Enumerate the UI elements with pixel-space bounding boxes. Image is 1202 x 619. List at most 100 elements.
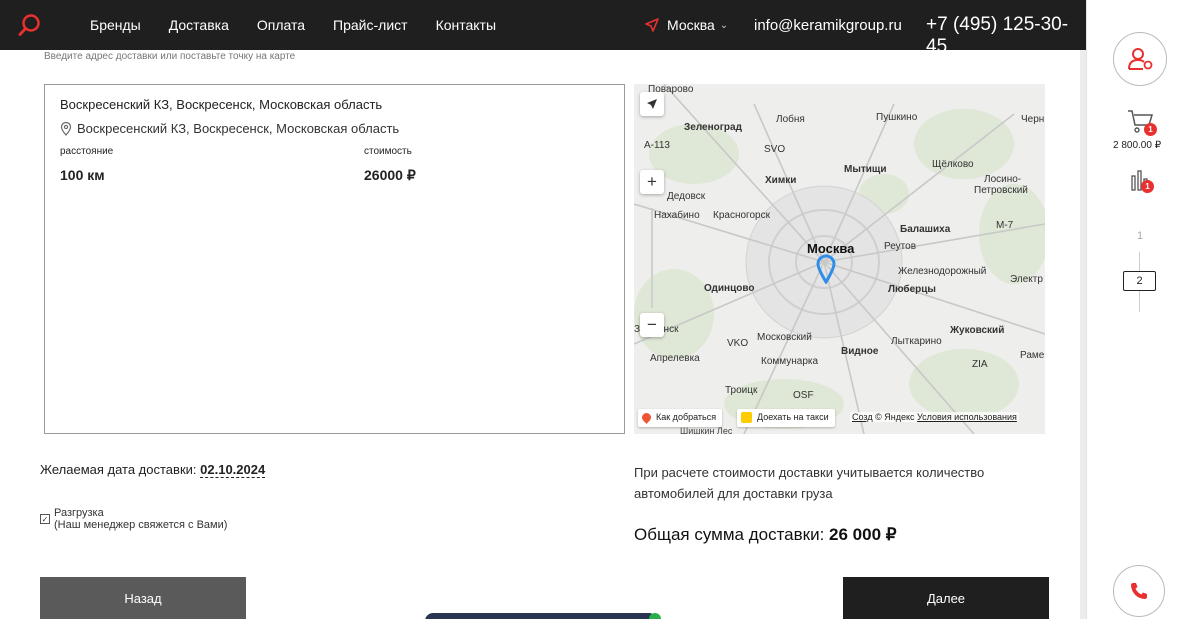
delivery-note: При расчете стоимости доставки учитывает… — [634, 465, 985, 501]
taxi-button[interactable]: Доехать на такси — [737, 409, 835, 427]
delivery-map[interactable]: Поварово Пушкино Лобня Зеленоград Черн A-113 S… — [634, 84, 1045, 434]
nav-brands[interactable]: Бренды — [90, 17, 141, 33]
taxi-label: Доехать на такси — [757, 412, 829, 422]
map-terms-link[interactable]: Условия использования — [917, 412, 1017, 422]
map-place-label: Электр — [1010, 274, 1043, 285]
map-copyright: Созд © Яндекс Условия использования — [850, 412, 1019, 422]
unload-label: Разгрузка — [54, 507, 104, 519]
navigation-arrow-icon — [647, 99, 657, 109]
map-place-label: VKO — [727, 338, 749, 349]
map-pin-icon[interactable] — [816, 254, 836, 284]
yandex-copyright: © Яндекс — [875, 412, 915, 422]
cart-count-badge: 1 — [1144, 123, 1157, 136]
geolocate-button[interactable] — [640, 92, 664, 116]
map-place-label: Лосино- — [984, 174, 1022, 185]
address-hint: Введите адрес доставки или поставьте точ… — [44, 51, 296, 62]
right-sidebar: 1 2 800.00 ₽ 1 1 2 — [1086, 0, 1202, 619]
delivery-date: Желаемая дата доставки: 02.10.2024 — [40, 462, 266, 478]
city-name: Москва — [667, 17, 715, 33]
map-place-label: ZIA — [972, 359, 988, 370]
location-pin-icon — [60, 121, 72, 136]
route-label: Как добраться — [656, 412, 717, 422]
nav-price-list[interactable]: Прайс-лист — [333, 17, 408, 33]
address-title: Воскресенский КЗ, Воскресенск, Московска… — [60, 97, 383, 112]
map-place-label: Щёлково — [932, 159, 974, 170]
map-place-label: Жуковский — [950, 325, 1005, 336]
map-place-label: Зеленоград — [684, 122, 742, 133]
top-header: Бренды Доставка Оплата Прайс-лист Контак… — [0, 0, 1086, 57]
map-place-label: Коммунарка — [761, 356, 819, 367]
account-button[interactable] — [1113, 32, 1167, 86]
map-place-label: Троицк — [725, 385, 758, 396]
route-pin-icon — [640, 411, 653, 424]
cart-button[interactable]: 1 — [1127, 109, 1157, 140]
map-place-label: Московский — [757, 332, 812, 343]
address-suggestion[interactable]: Воскресенский КЗ, Воскресенск, Московска… — [60, 121, 399, 136]
map-place-label: Дедовск — [667, 191, 706, 202]
nav-contacts[interactable]: Контакты — [436, 17, 496, 33]
chevron-down-icon: ⌄ — [719, 19, 729, 31]
chat-widget-accent — [649, 613, 661, 619]
zoom-slider[interactable] — [651, 208, 653, 308]
back-button[interactable]: Назад — [40, 577, 246, 619]
map-place-label: Черн — [1021, 114, 1045, 125]
map-place-label: Люберцы — [888, 284, 936, 295]
distance-value: 100 км — [60, 167, 105, 183]
map-place-label: Балашиха — [900, 224, 951, 235]
call-button[interactable] — [1113, 565, 1165, 617]
zoom-out-button[interactable]: − — [640, 313, 664, 337]
cost-label: стоимость — [364, 146, 412, 157]
location-arrow-icon — [645, 18, 659, 32]
compare-count-badge: 1 — [1141, 180, 1154, 193]
address-suggestion-text: Воскресенский КЗ, Воскресенск, Московска… — [77, 121, 400, 136]
city-selector[interactable]: Москва ⌄ — [645, 17, 728, 33]
unload-option[interactable]: ✓ Разгрузка (Наш менеджер свяжется с Вам… — [40, 507, 227, 531]
map-place-label: Одинцово — [704, 283, 755, 294]
taxi-icon — [741, 412, 752, 423]
phone-icon — [1131, 583, 1147, 599]
cost-value: 26000 ₽ — [364, 167, 416, 183]
unload-checkbox[interactable]: ✓ — [40, 514, 50, 524]
map-place-label: Лобня — [776, 114, 805, 125]
map-create-link[interactable]: Созд — [852, 412, 873, 422]
next-button[interactable]: Далее — [843, 577, 1049, 619]
nav-delivery[interactable]: Доставка — [169, 17, 229, 33]
distance-label: расстояние — [60, 146, 114, 157]
step-2-current[interactable]: 2 — [1123, 271, 1156, 291]
map-place-label: Железнодорожный — [898, 266, 987, 277]
map-place-label: M-7 — [996, 220, 1014, 231]
header-email[interactable]: info@keramikgroup.ru — [754, 17, 902, 34]
zoom-in-button[interactable]: + — [640, 170, 664, 194]
map-place-label: Пушкино — [876, 112, 918, 123]
total-label: Общая сумма доставки: — [634, 525, 825, 544]
delivery-panel: Введите адрес доставки или поставьте точ… — [0, 50, 1080, 619]
map-street-label: Шишкин Лес — [680, 426, 733, 434]
map-place-label: Нахабино — [654, 210, 700, 221]
map-place-label: Мытищи — [844, 164, 887, 175]
step-1[interactable]: 1 — [1137, 230, 1144, 242]
address-result-box: Воскресенский КЗ, Воскресенск, Московска… — [44, 84, 625, 434]
delivery-date-label: Желаемая дата доставки: — [40, 462, 197, 477]
map-roads — [634, 84, 1045, 434]
map-place-label: A-113 — [644, 140, 670, 151]
map-place-label: SVO — [764, 144, 786, 155]
map-place-label: Лыткарино — [891, 336, 942, 347]
route-button[interactable]: Как добраться — [638, 409, 723, 427]
map-place-label: OSF — [793, 390, 814, 401]
unload-text: Разгрузка (Наш менеджер свяжется с Вами) — [54, 507, 227, 531]
compare-button[interactable]: 1 — [1131, 170, 1154, 197]
chat-widget[interactable] — [425, 613, 661, 619]
search-icon[interactable] — [18, 13, 42, 37]
map-place-label: Химки — [765, 175, 797, 186]
map-place-label: Апрелевка — [650, 353, 700, 364]
map-place-label: Красногорск — [713, 210, 770, 221]
total-value: 26 000 ₽ — [829, 525, 897, 544]
map-place-label: Реутов — [884, 241, 917, 252]
cart-total: 2 800.00 ₽ — [1113, 140, 1162, 151]
map-place-label: Видное — [841, 346, 879, 357]
delivery-total: Общая сумма доставки: 26 000 ₽ — [634, 525, 897, 545]
nav-payment[interactable]: Оплата — [257, 17, 305, 33]
map-place-label: Рамен — [1020, 350, 1045, 361]
main-nav: Бренды Доставка Оплата Прайс-лист Контак… — [90, 0, 524, 50]
delivery-date-picker[interactable]: 02.10.2024 — [200, 462, 266, 478]
